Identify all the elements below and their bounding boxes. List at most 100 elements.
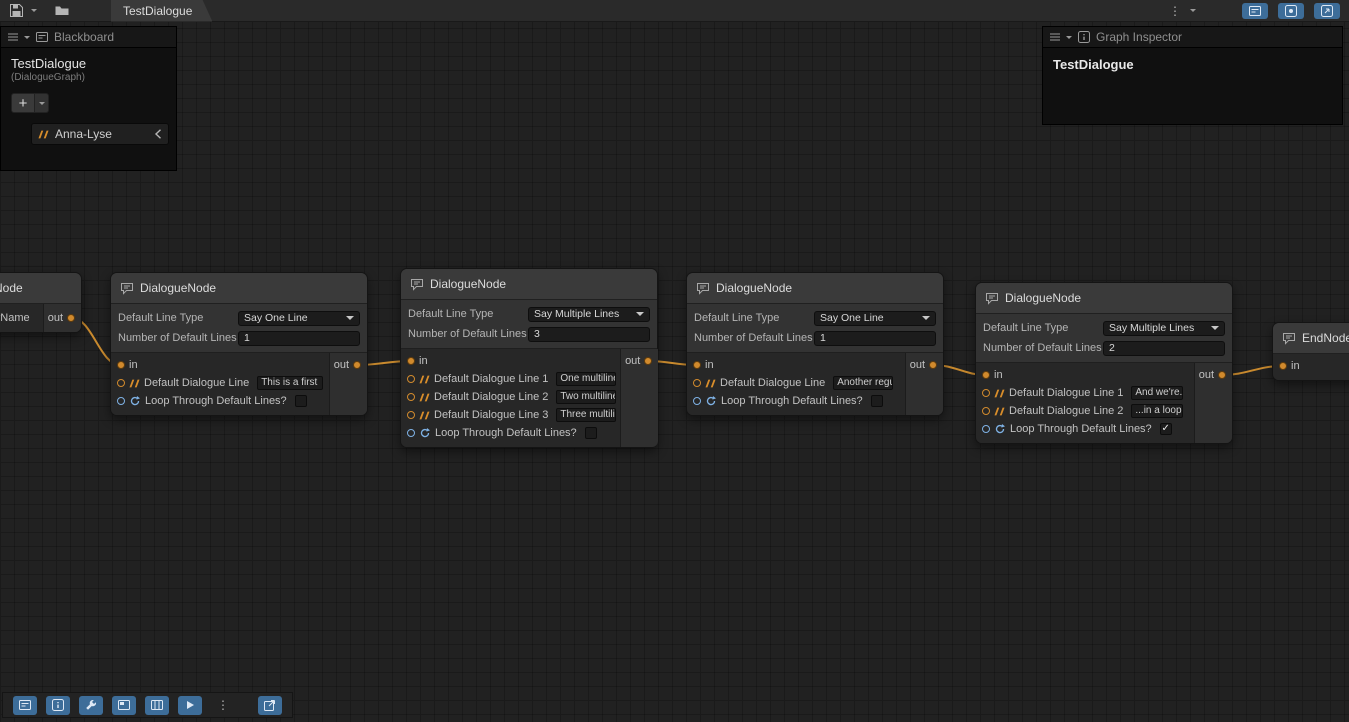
- port-row: Default Dialogue Line 1 One multiline: [407, 371, 616, 387]
- output-port[interactable]: [353, 361, 361, 369]
- more-menu-button[interactable]: ⋮: [1166, 2, 1184, 20]
- num-lines-input[interactable]: 1: [814, 331, 936, 346]
- collapse-caret-icon[interactable]: [1066, 36, 1072, 39]
- loop-checkbox[interactable]: [295, 395, 307, 407]
- input-port-line[interactable]: [407, 375, 415, 383]
- port-row: in: [982, 367, 1190, 383]
- variables-button[interactable]: [145, 696, 169, 715]
- input-port-line[interactable]: [407, 411, 415, 419]
- port-label: Default Dialogue Line 2: [1009, 405, 1123, 417]
- input-port-line[interactable]: [693, 379, 701, 387]
- toggle-inspector-button[interactable]: [1278, 3, 1304, 19]
- line-type-dropdown[interactable]: Say One Line: [238, 311, 360, 326]
- collapse-caret-icon[interactable]: [24, 36, 30, 39]
- dialogue-node-2[interactable]: DialogueNode Default Line Type Say Multi…: [400, 268, 658, 448]
- end-node[interactable]: EndNode in: [1272, 322, 1349, 381]
- port-label: in: [705, 359, 714, 371]
- input-port-loop[interactable]: [693, 397, 701, 405]
- port-label: Loop Through Default Lines?: [145, 395, 287, 407]
- add-field-dropdown[interactable]: [35, 93, 49, 113]
- input-port-in[interactable]: [1279, 362, 1287, 370]
- load-button[interactable]: [53, 2, 71, 20]
- quote-icon: [419, 411, 430, 420]
- save-button[interactable]: [7, 2, 25, 20]
- output-port[interactable]: [1218, 371, 1226, 379]
- input-port-loop[interactable]: [407, 429, 415, 437]
- input-port-loop[interactable]: [117, 397, 125, 405]
- out-port-label: out: [334, 359, 349, 371]
- input-port-line[interactable]: [982, 407, 990, 415]
- num-lines-input[interactable]: 2: [1103, 341, 1225, 356]
- save-dropdown[interactable]: [25, 2, 43, 20]
- chevron-left-icon[interactable]: [154, 129, 162, 139]
- input-port-in[interactable]: [693, 361, 701, 369]
- external-window-button[interactable]: [258, 696, 282, 715]
- input-port-in[interactable]: [117, 361, 125, 369]
- info-icon: [52, 699, 64, 711]
- speaker-node[interactable]: Node kerName out: [0, 272, 82, 333]
- num-lines-input[interactable]: 1: [238, 331, 360, 346]
- dialogue-line-input[interactable]: ...in a loop: [1131, 404, 1183, 418]
- inspector-button[interactable]: [46, 696, 70, 715]
- line-type-dropdown[interactable]: Say Multiple Lines: [1103, 321, 1225, 336]
- output-port[interactable]: [67, 314, 75, 322]
- toggle-minimap-button[interactable]: [1314, 3, 1340, 19]
- caret-down-icon: [39, 102, 45, 105]
- dropdown-caret-icon: [636, 312, 644, 316]
- dialogue-node-1[interactable]: DialogueNode Default Line Type Say One L…: [110, 272, 368, 416]
- node-icon: [696, 282, 710, 295]
- loop-checkbox[interactable]: [871, 395, 883, 407]
- line-type-dropdown[interactable]: Say One Line: [814, 311, 936, 326]
- dialogue-node-4[interactable]: DialogueNode Default Line Type Say Multi…: [975, 282, 1233, 444]
- port-label: Default Dialogue Line: [144, 377, 249, 389]
- play-button[interactable]: [178, 696, 202, 715]
- field-label: Default Line Type: [408, 308, 528, 320]
- loop-icon: [705, 395, 717, 407]
- node-title-bar[interactable]: DialogueNode: [976, 283, 1232, 314]
- input-port-line[interactable]: [982, 389, 990, 397]
- loop-checkbox[interactable]: [585, 427, 597, 439]
- dialogue-line-input[interactable]: Three multiline: [556, 408, 616, 422]
- input-port-loop[interactable]: [982, 425, 990, 433]
- panel-title: Blackboard: [54, 30, 114, 44]
- line-type-dropdown[interactable]: Say Multiple Lines: [528, 307, 650, 322]
- node-icon: [120, 282, 134, 295]
- node-title-bar[interactable]: DialogueNode: [687, 273, 943, 304]
- node-title-bar[interactable]: EndNode: [1273, 323, 1349, 354]
- loop-checkbox[interactable]: ✓: [1160, 423, 1172, 435]
- dropdown-value: Say Multiple Lines: [534, 308, 619, 320]
- output-port[interactable]: [929, 361, 937, 369]
- toggle-blackboard-button[interactable]: [1242, 3, 1268, 19]
- num-lines-input[interactable]: 3: [528, 327, 650, 342]
- dialogue-line-input[interactable]: Two multiline: [556, 390, 616, 404]
- more-button[interactable]: ⋮: [211, 696, 235, 715]
- input-port-line[interactable]: [117, 379, 125, 387]
- blackboard-button[interactable]: [13, 696, 37, 715]
- add-field-button[interactable]: +: [11, 93, 35, 113]
- port-row: out: [48, 310, 75, 326]
- input-port-in[interactable]: [982, 371, 990, 379]
- input-port-line[interactable]: [407, 393, 415, 401]
- dialogue-line-input[interactable]: This is a first: [257, 376, 323, 390]
- blackboard-header[interactable]: Blackboard: [1, 27, 176, 48]
- output-port[interactable]: [644, 357, 652, 365]
- graph-tab[interactable]: TestDialogue: [111, 0, 212, 22]
- graph-inspector-header[interactable]: Graph Inspector: [1043, 27, 1342, 48]
- more-menu-dropdown[interactable]: [1184, 2, 1202, 20]
- graph-inspector-panel: Graph Inspector TestDialogue: [1042, 26, 1343, 125]
- settings-button[interactable]: [79, 696, 103, 715]
- dialogue-line-input[interactable]: Another regu: [833, 376, 893, 390]
- dialogue-line-input[interactable]: And we're...: [1131, 386, 1183, 400]
- toggle-inspector-icon: [1285, 5, 1297, 17]
- minimap-button[interactable]: [112, 696, 136, 715]
- node-title-bar[interactable]: DialogueNode: [401, 269, 657, 300]
- hamburger-icon[interactable]: [8, 33, 18, 41]
- dialogue-line-input[interactable]: One multiline: [556, 372, 616, 386]
- blackboard-field[interactable]: Anna-Lyse: [31, 123, 169, 145]
- node-title-bar[interactable]: Node: [0, 273, 81, 304]
- port-label: Loop Through Default Lines?: [1010, 423, 1152, 435]
- node-title-bar[interactable]: DialogueNode: [111, 273, 367, 304]
- input-port-in[interactable]: [407, 357, 415, 365]
- dialogue-node-3[interactable]: DialogueNode Default Line Type Say One L…: [686, 272, 944, 416]
- hamburger-icon[interactable]: [1050, 33, 1060, 41]
